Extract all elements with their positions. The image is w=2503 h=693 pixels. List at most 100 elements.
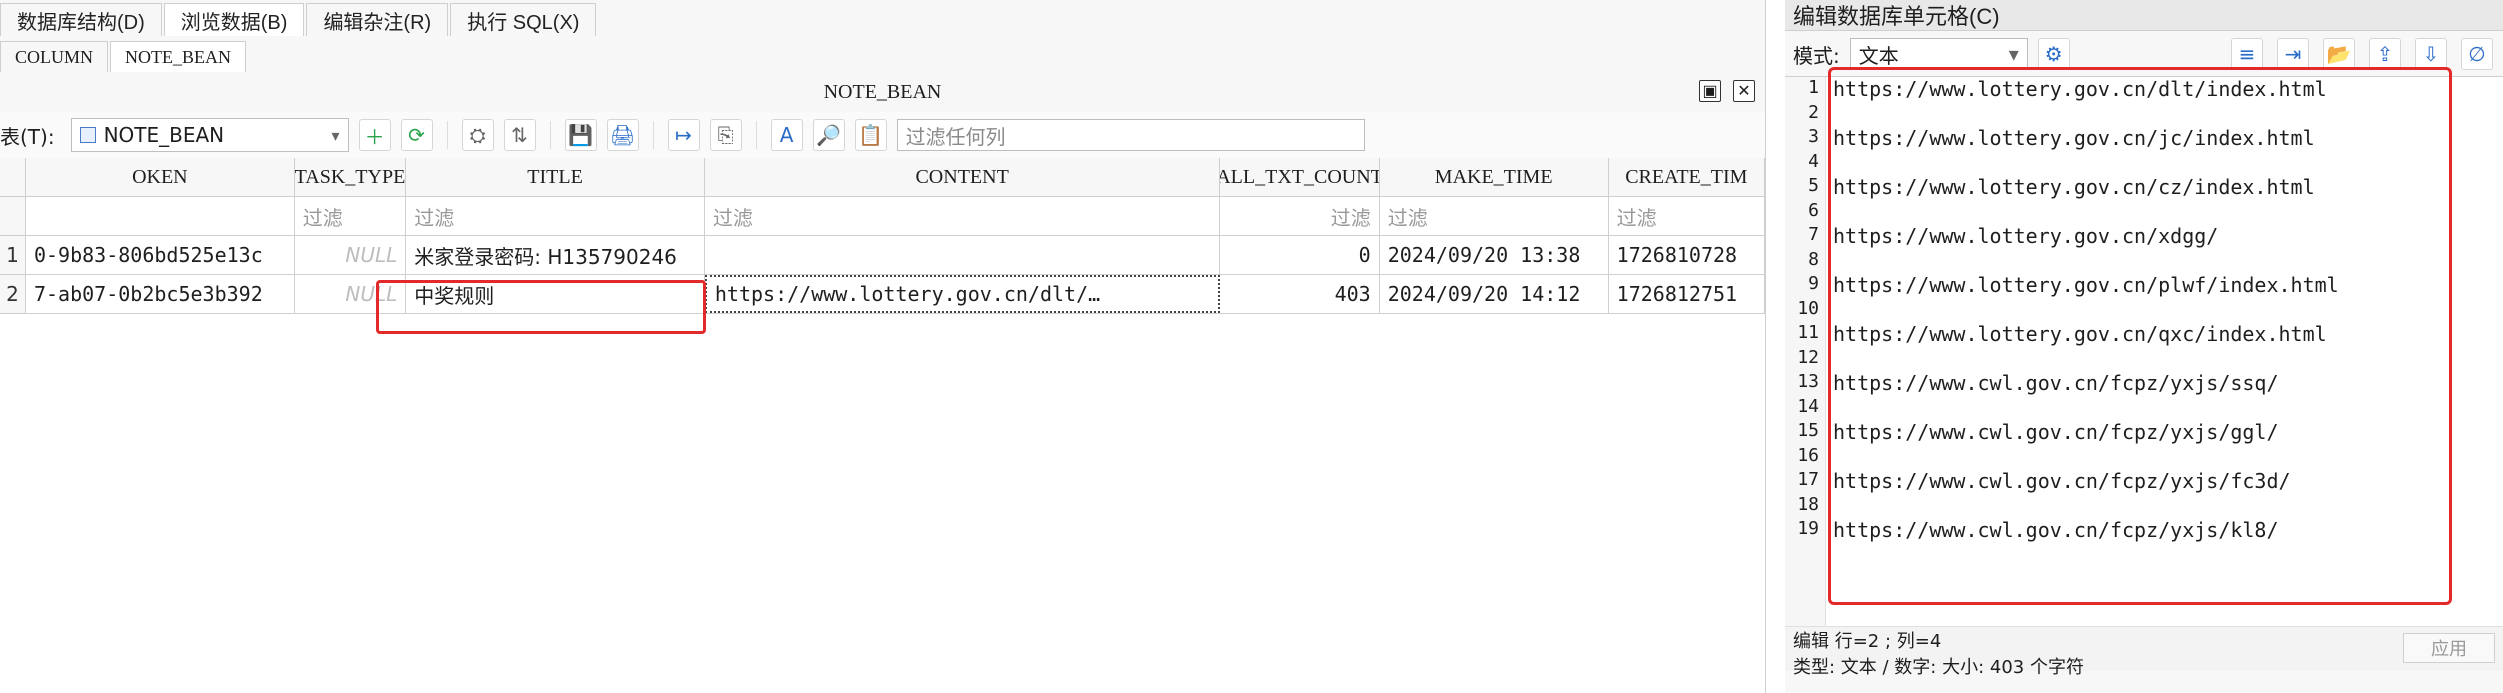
cell-token[interactable]: 7-ab07-0b2bc5e3b392 xyxy=(26,275,295,313)
chevron-down-icon: ▾ xyxy=(2008,42,2019,66)
col-all-txt-count-header[interactable]: ALL_TXT_COUNT xyxy=(1220,158,1380,196)
null-icon[interactable]: ∅ xyxy=(2461,38,2493,70)
browse-data-pane: 数据库结构(D) 浏览数据(B) 编辑杂注(R) 执行 SQL(X) COLUM… xyxy=(0,0,1766,693)
subtab-column[interactable]: COLUMN xyxy=(0,41,109,72)
mode-select[interactable]: 文本 ▾ xyxy=(1849,38,2028,70)
line-number: 12 xyxy=(1797,346,1819,368)
tab-execute-sql[interactable]: 执行 SQL(X) xyxy=(450,3,597,36)
tab-browse-data[interactable]: 浏览数据(B) xyxy=(163,3,305,36)
row-number[interactable]: 1 xyxy=(0,236,26,274)
line-number: 17 xyxy=(1797,469,1819,490)
cell-content[interactable]: https://www.lottery.gov.cn/dlt/… xyxy=(704,275,1221,313)
grid-filter-row: 过滤 过滤 过滤 过滤 过滤 过滤 xyxy=(0,197,1765,236)
auto-format-icon[interactable]: ⚙ xyxy=(2037,38,2070,70)
filter-make-time-input[interactable]: 过滤 xyxy=(1380,197,1609,235)
table-title: NOTE_BEAN xyxy=(823,80,942,103)
cell-make-time[interactable]: 2024/09/20 13:38 xyxy=(1380,236,1609,274)
cell-all-txt-count[interactable]: 0 xyxy=(1220,236,1380,274)
table-row[interactable]: 1 0-9b83-806bd525e13c NULL 米家登录密码: H1357… xyxy=(0,236,1765,275)
find-icon[interactable]: 🔎 xyxy=(812,119,845,151)
app-root: 数据库结构(D) 浏览数据(B) 编辑杂注(R) 执行 SQL(X) COLUM… xyxy=(0,0,2503,693)
restore-icon[interactable]: ▣ xyxy=(1699,80,1721,102)
line-number: 16 xyxy=(1797,444,1819,466)
close-icon[interactable]: ✕ xyxy=(1733,80,1755,102)
grid-toolbar: 表(T): NOTE_BEAN ▾ ＋ ⟳ ⛭ ⇅ 💾 🖨 ↦ ⎘ A 🔎 📋 … xyxy=(0,112,1765,159)
col-create-time-header[interactable]: CREATE_TIM xyxy=(1608,158,1765,196)
cell-create-time[interactable]: 1726810728 xyxy=(1609,236,1765,274)
cell-task-type[interactable]: NULL xyxy=(295,236,407,274)
title-controls: ▣ ✕ xyxy=(1699,80,1755,102)
tab-database-structure[interactable]: 数据库结构(D) xyxy=(0,3,162,36)
filter-content-input[interactable]: 过滤 xyxy=(705,197,1221,235)
edit-cell-title: 编辑数据库单元格(C) xyxy=(1785,0,2503,31)
grid-header-row: OKEN TASK_TYPE TITLE CONTENT ALL_TXT_COU… xyxy=(0,158,1765,197)
status-line-1: 编辑 行=2 ; 列=4 xyxy=(1793,631,1942,652)
export-icon[interactable]: ⇪ xyxy=(2369,38,2401,70)
filter-title-input[interactable]: 过滤 xyxy=(406,197,705,235)
sort-icon[interactable]: ⇅ xyxy=(503,119,536,151)
cell-title[interactable]: 米家登录密码: H135790246 xyxy=(406,236,705,274)
col-make-time-header[interactable]: MAKE_TIME xyxy=(1379,158,1609,196)
table-row[interactable]: 2 7-ab07-0b2bc5e3b392 NULL 中奖规则 https://… xyxy=(0,275,1765,314)
cell-create-time[interactable]: 1726812751 xyxy=(1609,275,1765,313)
clear-filter-icon[interactable]: ⛭ xyxy=(461,119,494,151)
editor-icons: ≡ ⇥ 📂 ⇪ ⇩ ∅ xyxy=(2231,38,2503,70)
text-icon[interactable]: ≡ xyxy=(2231,38,2263,70)
line-number: 2 xyxy=(1808,101,1819,123)
filter-token-input[interactable] xyxy=(26,197,295,235)
cell-all-txt-count[interactable]: 403 xyxy=(1220,275,1380,313)
indent-icon[interactable]: ⇥ xyxy=(2277,38,2309,70)
line-number: 19 xyxy=(1797,518,1819,539)
toolbar-separator xyxy=(652,121,654,149)
table-select[interactable]: NOTE_BEAN ▾ xyxy=(70,118,349,152)
import-icon[interactable]: ⇩ xyxy=(2415,38,2447,70)
subtab-note-bean[interactable]: NOTE_BEAN xyxy=(110,41,247,72)
mode-label: 模式: xyxy=(1793,43,1840,68)
filter-create-time-input[interactable]: 过滤 xyxy=(1609,197,1765,235)
open-file-icon[interactable]: 📂 xyxy=(2323,38,2355,70)
filter-all-txt-count-input[interactable]: 过滤 xyxy=(1220,197,1380,235)
editor-status: 编辑 行=2 ; 列=4 类型: 文本 / 数字: 大小: 403 个字符 xyxy=(1785,626,2503,678)
main-tabs: 数据库结构(D) 浏览数据(B) 编辑杂注(R) 执行 SQL(X) xyxy=(0,0,1765,37)
cell-editor[interactable]: 1 2 3 4 5 6 7 8 9 10 11 12 13 14 15 16 1… xyxy=(1785,67,2503,631)
sub-tabs: COLUMN NOTE_BEAN xyxy=(0,36,1765,73)
cell-content[interactable] xyxy=(705,236,1221,274)
filter-any-column-input[interactable]: 过滤任何列 xyxy=(896,119,1365,151)
table-icon xyxy=(79,127,96,143)
line-number: 4 xyxy=(1808,150,1819,172)
col-title-header[interactable]: TITLE xyxy=(406,158,705,196)
delete-row-icon[interactable]: ⎘ xyxy=(709,119,742,151)
tab-edit-pragmas[interactable]: 编辑杂注(R) xyxy=(306,3,449,36)
toolbar-separator xyxy=(446,121,448,149)
add-record-icon[interactable]: ＋ xyxy=(358,119,391,151)
row-number[interactable]: 2 xyxy=(0,275,26,313)
filter-task-type-input[interactable]: 过滤 xyxy=(295,197,407,235)
line-number: 6 xyxy=(1808,199,1819,221)
print-icon[interactable]: 🖨 xyxy=(606,119,639,151)
col-task-type-header[interactable]: TASK_TYPE xyxy=(294,158,407,196)
col-token-header[interactable]: OKEN xyxy=(25,158,295,196)
toolbar-separator xyxy=(755,121,757,149)
toolbar-separator xyxy=(549,121,551,149)
table-label: 表(T): xyxy=(0,124,55,149)
line-number: 5 xyxy=(1808,175,1819,196)
cell-make-time[interactable]: 2024/09/20 14:12 xyxy=(1380,275,1609,313)
title-cell-highlight xyxy=(376,280,706,334)
cell-token[interactable]: 0-9b83-806bd525e13c xyxy=(26,236,295,274)
copy-icon[interactable]: 📋 xyxy=(854,119,887,151)
col-content-header[interactable]: CONTENT xyxy=(704,158,1221,196)
line-number: 15 xyxy=(1797,420,1819,441)
font-icon[interactable]: A xyxy=(770,119,803,151)
data-grid: OKEN TASK_TYPE TITLE CONTENT ALL_TXT_COU… xyxy=(0,158,1765,693)
line-number: 13 xyxy=(1797,371,1819,392)
line-number: 7 xyxy=(1808,224,1819,245)
editor-content-highlight xyxy=(1828,67,2452,605)
chevron-down-icon: ▾ xyxy=(331,125,340,145)
apply-button[interactable]: 应用 xyxy=(2403,633,2495,663)
insert-row-icon[interactable]: ↦ xyxy=(667,119,700,151)
refresh-icon[interactable]: ⟳ xyxy=(400,119,433,151)
line-number: 9 xyxy=(1808,273,1819,294)
save-icon[interactable]: 💾 xyxy=(564,119,597,151)
edit-cell-pane: 编辑数据库单元格(C) 模式: 文本 ▾ ⚙ ≡ ⇥ 📂 ⇪ ⇩ ∅ 1 2 3 xyxy=(1785,0,2503,693)
line-number: 14 xyxy=(1797,395,1819,417)
